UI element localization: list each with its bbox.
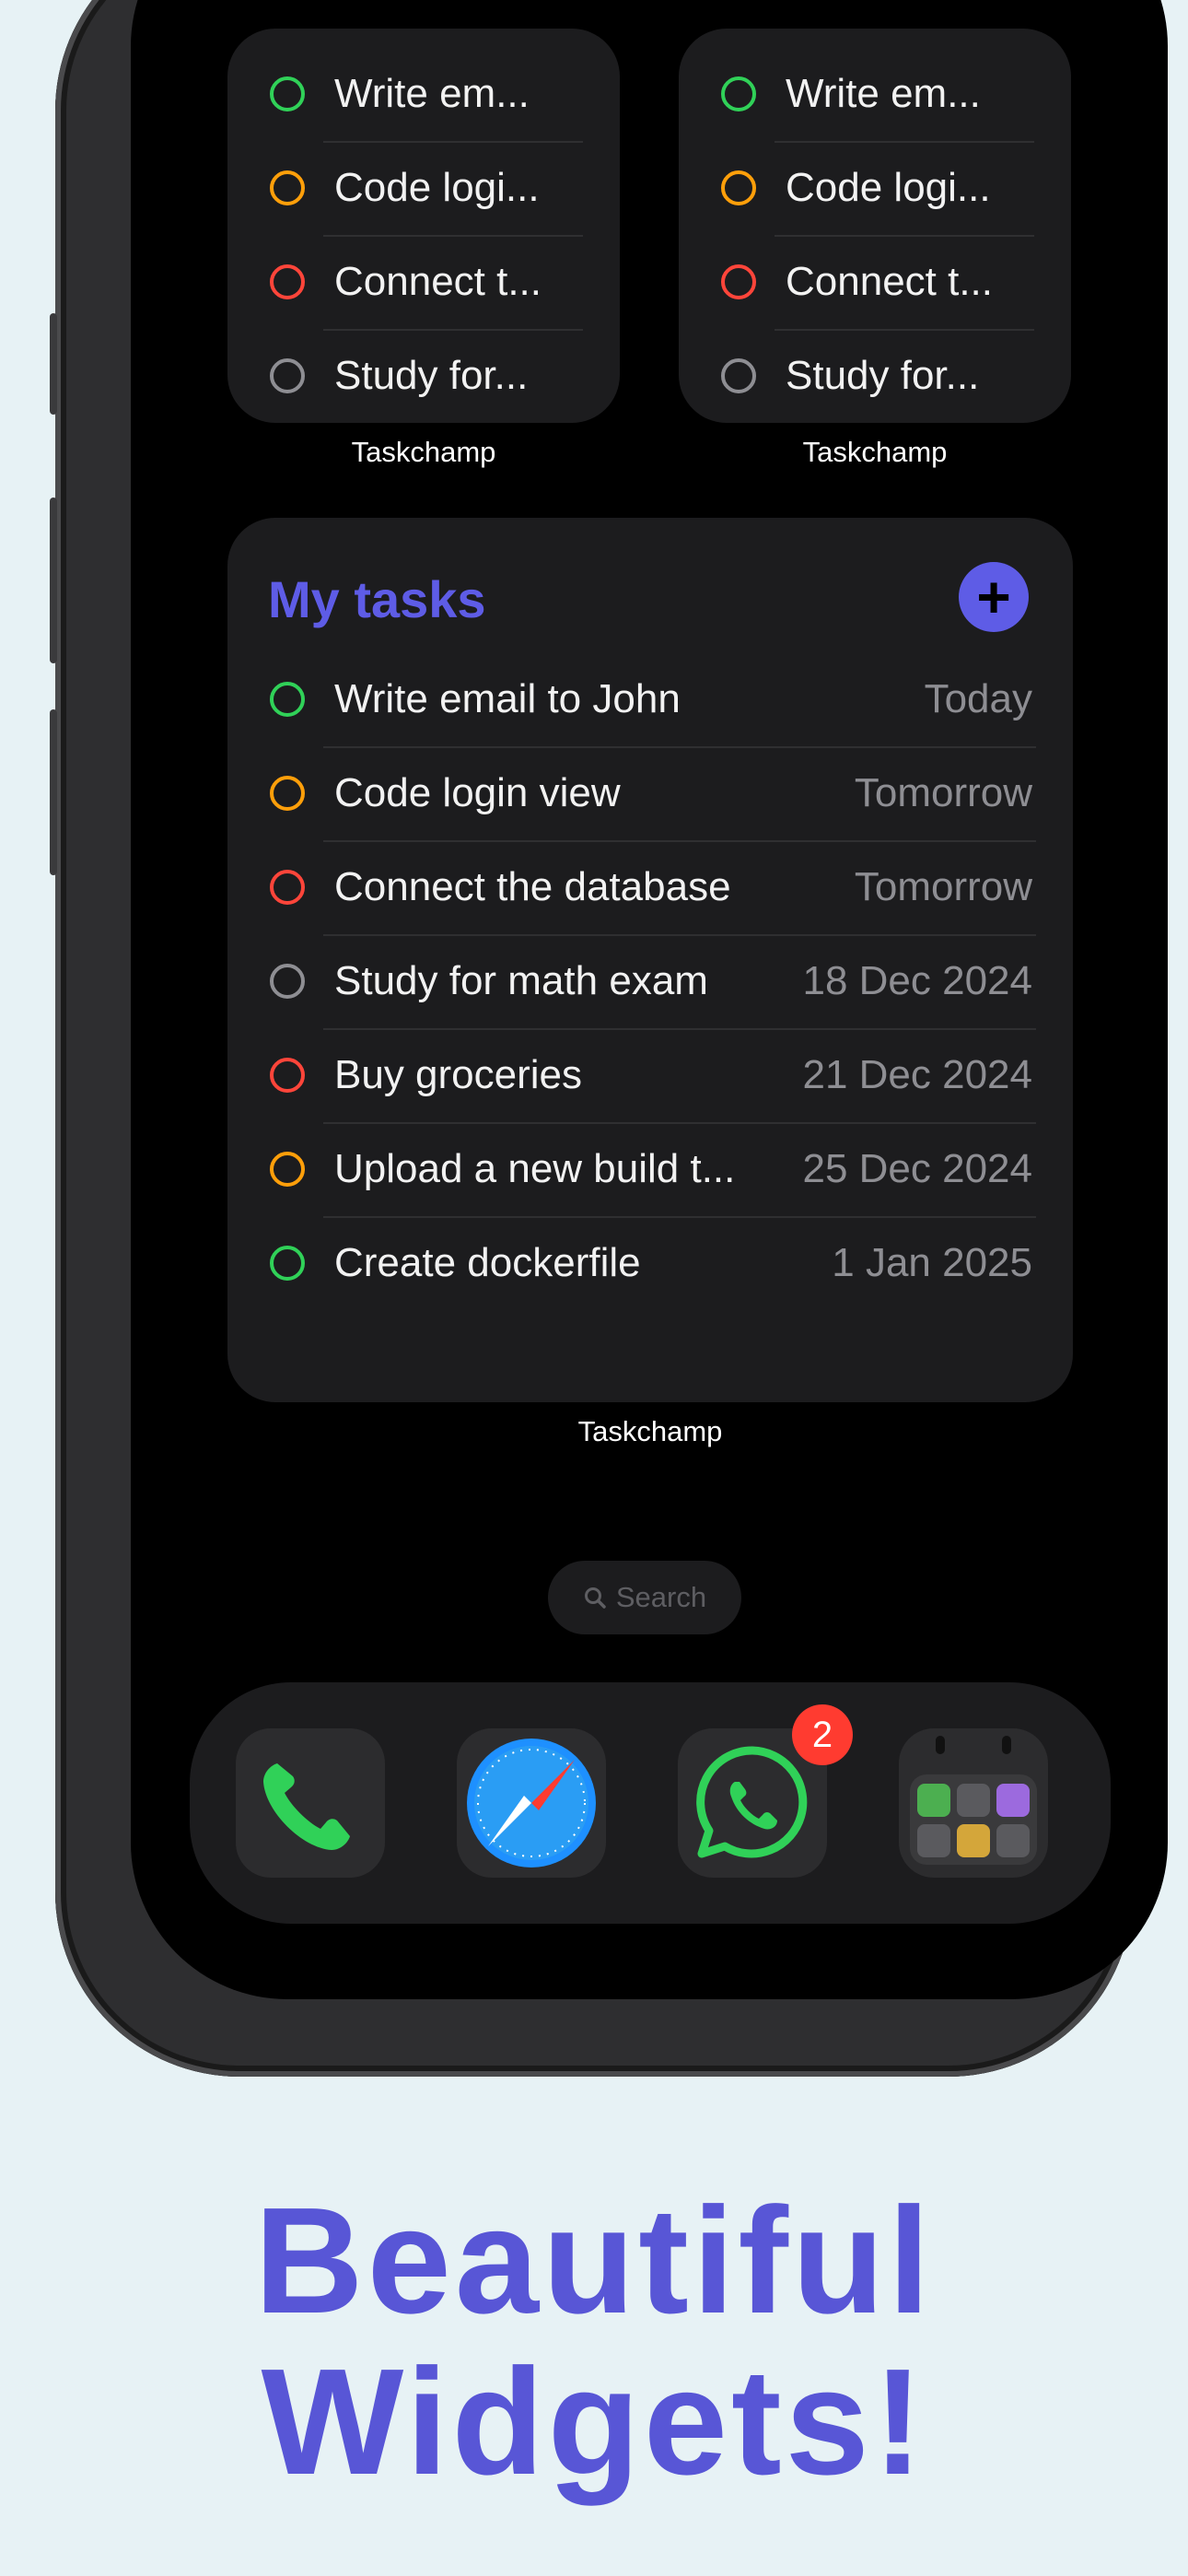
task-title: Write email to John (334, 676, 681, 721)
widget-label: Taskchamp (577, 1415, 723, 1447)
search-label: Search (615, 1581, 707, 1613)
notification-badge: 2 (792, 1704, 853, 1765)
dock: 2 (190, 1682, 1111, 1924)
task-status-circle-icon[interactable] (721, 170, 756, 205)
list-item[interactable]: Connect t... (721, 235, 1034, 329)
widget-label: Taskchamp (802, 436, 948, 468)
table-row[interactable]: Upload a new build t... 25 Dec 2024 (270, 1122, 1032, 1216)
task-status-circle-icon[interactable] (270, 1152, 305, 1187)
task-status-circle-icon[interactable] (270, 776, 305, 811)
task-title: Buy groceries (334, 1052, 583, 1097)
task-status-circle-icon[interactable] (270, 170, 305, 205)
task-title: Create dockerfile (334, 1240, 641, 1285)
list-item[interactable]: Code logi... (721, 141, 1034, 235)
large-task-widget[interactable]: My tasks + Write email to John Today Cod… (227, 518, 1073, 1402)
task-title: Code logi... (334, 165, 540, 210)
widget-title: My tasks (268, 570, 486, 628)
task-status-circle-icon[interactable] (270, 964, 305, 999)
task-title: Connect t... (786, 259, 994, 304)
table-row[interactable]: Write email to John Today (270, 652, 1032, 746)
widget-label: Taskchamp (351, 436, 496, 468)
table-row[interactable]: Connect the database Tomorrow (270, 840, 1032, 934)
task-status-circle-icon[interactable] (270, 682, 305, 717)
task-title: Upload a new build t... (334, 1146, 736, 1191)
add-task-button[interactable]: + (959, 562, 1029, 632)
task-title: Connect t... (334, 259, 542, 304)
action-button (50, 313, 57, 415)
volume-up-button (50, 498, 57, 663)
headline-line-2: Widgets! (261, 2337, 927, 2506)
list-item[interactable]: Code logi... (270, 141, 583, 235)
table-row[interactable]: Create dockerfile 1 Jan 2025 (270, 1216, 1032, 1310)
task-status-circle-icon[interactable] (270, 1058, 305, 1093)
task-due-date: 18 Dec 2024 (802, 958, 1032, 1003)
task-title: Study for... (334, 353, 529, 398)
utilities-folder[interactable] (899, 1728, 1048, 1878)
volume-down-button (50, 709, 57, 875)
task-due-date: 25 Dec 2024 (802, 1146, 1032, 1191)
task-due-date: 1 Jan 2025 (832, 1240, 1032, 1285)
task-title: Study for math exam (334, 958, 708, 1003)
task-title: Study for... (786, 353, 980, 398)
whatsapp-app[interactable]: 2 (678, 1704, 853, 1878)
task-due-date: Tomorrow (854, 770, 1032, 815)
list-item[interactable]: Write em... (270, 47, 583, 141)
home-screen: Write em... Code logi... Connect t... St… (131, 0, 1168, 1999)
task-due-date: Today (924, 676, 1032, 721)
task-status-circle-icon[interactable] (270, 358, 305, 393)
task-title: Write em... (334, 71, 530, 116)
table-row[interactable]: Buy groceries 21 Dec 2024 (270, 1028, 1032, 1122)
small-task-widget-1[interactable]: Write em... Code logi... Connect t... St… (227, 29, 620, 423)
headline-line-1: Beautiful (254, 2176, 934, 2345)
task-title: Write em... (786, 71, 981, 116)
small-task-widget-2[interactable]: Write em... Code logi... Connect t... St… (679, 29, 1071, 423)
list-item[interactable]: Write em... (721, 47, 1034, 141)
list-item[interactable]: Connect t... (270, 235, 583, 329)
task-status-circle-icon[interactable] (721, 358, 756, 393)
spotlight-search-button[interactable]: Search (548, 1561, 741, 1634)
list-item[interactable]: Study for... (721, 329, 1034, 423)
task-status-circle-icon[interactable] (721, 264, 756, 299)
phone-icon (263, 1763, 350, 1850)
task-due-date: Tomorrow (854, 864, 1032, 909)
utilities-folder-icon (910, 1736, 1037, 1865)
table-row[interactable]: Study for math exam 18 Dec 2024 (270, 934, 1032, 1028)
table-row[interactable]: Code login view Tomorrow (270, 746, 1032, 840)
task-due-date: 21 Dec 2024 (802, 1052, 1032, 1097)
search-icon (584, 1587, 606, 1609)
task-status-circle-icon[interactable] (270, 76, 305, 111)
phone-app[interactable] (236, 1728, 385, 1878)
task-status-circle-icon[interactable] (721, 76, 756, 111)
task-status-circle-icon[interactable] (270, 264, 305, 299)
task-status-circle-icon[interactable] (270, 870, 305, 905)
safari-app[interactable] (457, 1728, 606, 1878)
phone-frame: Write em... Code logi... Connect t... St… (50, 0, 1168, 2077)
task-status-circle-icon[interactable] (270, 1246, 305, 1281)
task-title: Connect the database (334, 864, 731, 909)
safari-icon (467, 1739, 596, 1868)
task-title: Code logi... (786, 165, 991, 210)
task-title: Code login view (334, 770, 621, 815)
list-item[interactable]: Study for... (270, 329, 583, 423)
